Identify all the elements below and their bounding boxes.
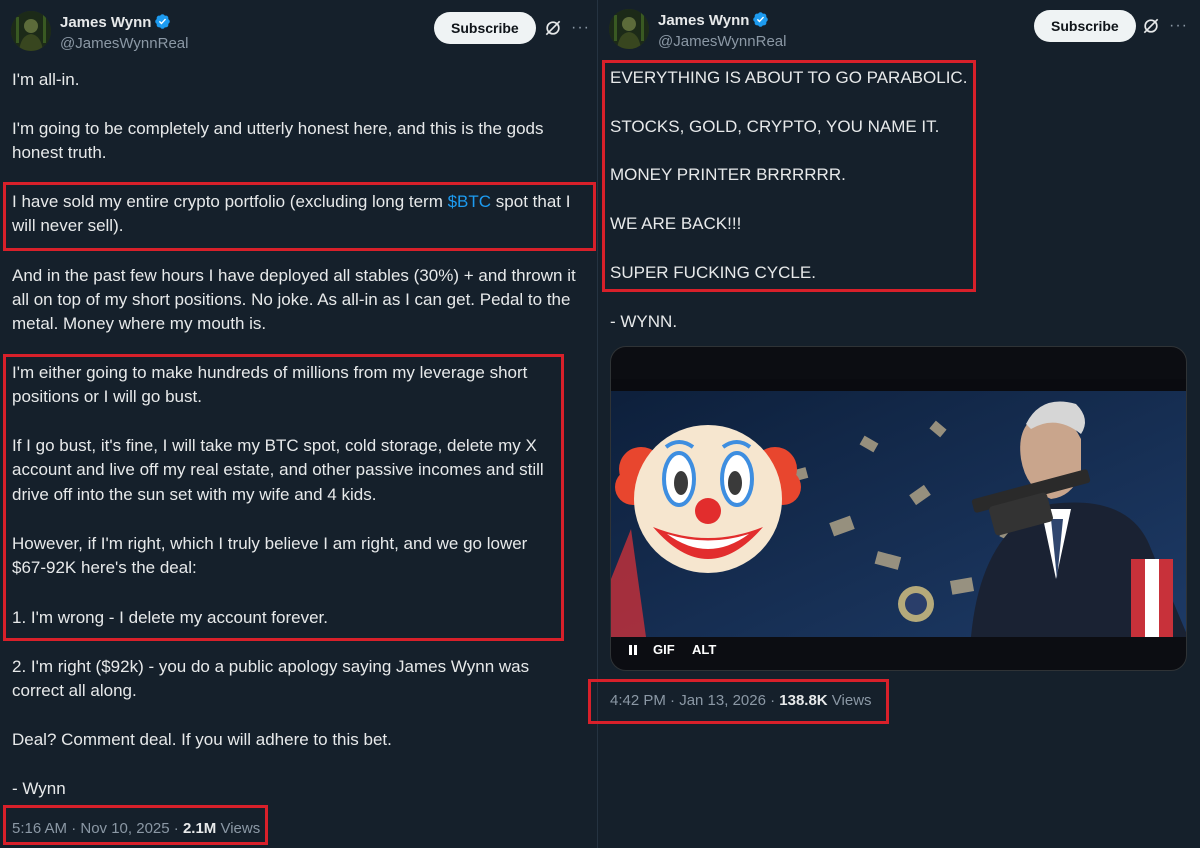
subscribe-button[interactable]: Subscribe [1034,10,1136,42]
alt-text-button[interactable]: ALT [692,642,716,657]
tweet-text-line: - Wynn [12,779,66,798]
left-tweet: James Wynn @JamesWynnReal Subscribe ··· … [0,0,597,848]
tweet-text-line: I'm all-in. [12,70,80,89]
tweet-text-line: 2. I'm right ($92k) - you do a public ap… [12,657,530,676]
grok-icon[interactable] [543,18,563,38]
pause-icon[interactable] [627,644,639,656]
highlight-box [3,354,564,641]
grok-icon[interactable] [1141,16,1161,36]
highlight-box [3,805,268,845]
highlight-box [588,679,889,724]
more-options-icon[interactable]: ··· [571,20,590,36]
gif-frame-image [611,379,1186,637]
tweet-text-line: metal. Money where my mouth is. [12,314,267,333]
author-handle[interactable]: @JamesWynnReal [60,35,188,52]
verified-badge-icon [155,14,171,29]
gif-media[interactable]: GIF ALT [610,346,1187,671]
tweet-text-line: And in the past few hours I have deploye… [12,266,576,285]
tweet-text-line: honest truth. [12,143,107,162]
author-handle[interactable]: @JamesWynnReal [658,33,786,50]
tweet-text-line: I'm going to be completely and utterly h… [12,119,544,138]
verified-badge-icon [753,12,769,27]
subscribe-button[interactable]: Subscribe [434,12,536,44]
gif-badge: GIF [653,642,675,657]
avatar[interactable] [11,11,51,51]
avatar[interactable] [609,9,649,49]
author-name[interactable]: James Wynn [658,11,769,29]
more-options-icon[interactable]: ··· [1169,18,1188,34]
highlight-box [3,182,596,251]
tweet-text-line: all on top of my short positions. No jok… [12,290,571,309]
highlight-box [602,60,976,292]
media-controls: GIF ALT [611,630,1186,670]
right-tweet: James Wynn @JamesWynnReal Subscribe ··· … [588,0,1200,848]
tweet-text-line: correct all along. [12,681,137,700]
author-name[interactable]: James Wynn [60,13,171,31]
tweet-text-line: Deal? Comment deal. If you will adhere t… [12,730,392,749]
tweet-text-line: - WYNN. [610,312,678,331]
